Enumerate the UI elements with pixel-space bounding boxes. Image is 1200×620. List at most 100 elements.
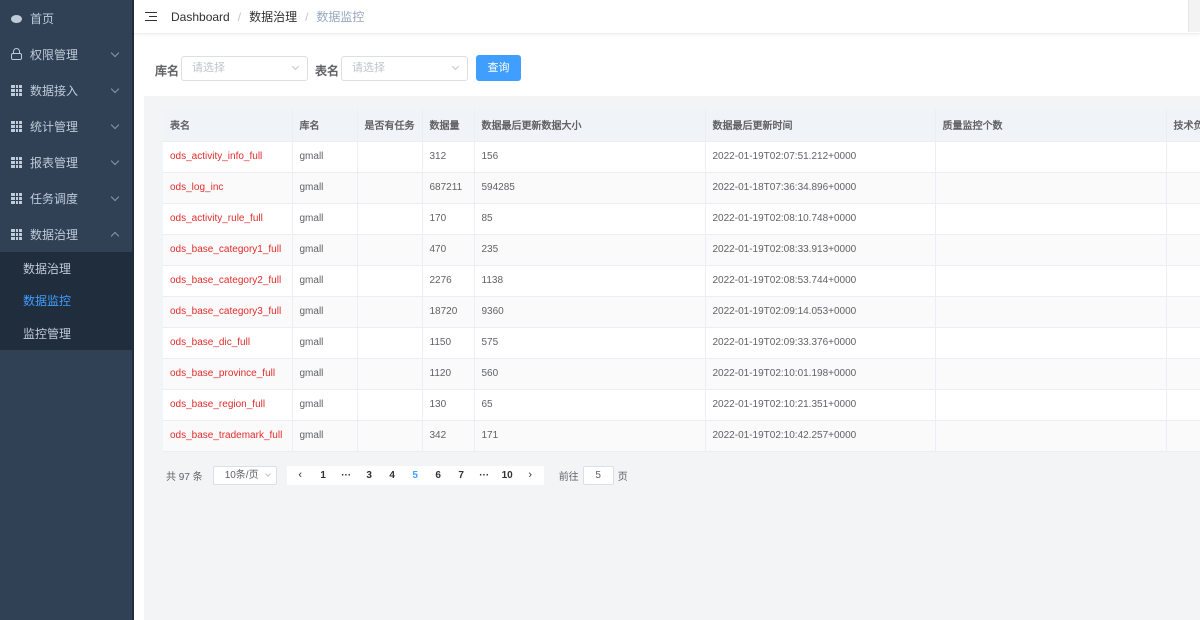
submenu-item-monitoring[interactable]: 数据监控 (0, 285, 132, 318)
table-cell (1166, 141, 1200, 173)
table-cell: 1150 (422, 327, 475, 359)
table-cell: 1138 (474, 265, 706, 297)
breadcrumb-current: 数据监控 (316, 10, 365, 24)
table-name-link[interactable]: ods_activity_rule_full (163, 203, 293, 235)
table-name-link[interactable]: ods_base_dic_full (163, 327, 293, 359)
page-button[interactable]: 4 (381, 466, 404, 485)
table-cell: 1120 (422, 358, 475, 390)
table-row: ods_base_category1_full gmall 470 235 2022-0… (163, 234, 1200, 266)
table-cell: 2022-01-19T02:10:42.257+0000 (705, 420, 936, 452)
table-cell (357, 203, 423, 235)
table-name-link[interactable]: ods_activity_info_full (163, 141, 293, 173)
pagination: 共 97 条 10条/页 ‹ 1···34567···10› 前往 页 (166, 465, 628, 485)
table-name-link[interactable]: ods_base_trademark_full (163, 420, 293, 452)
sidebar-item-label: 统计管理 (30, 119, 79, 134)
breadcrumb-dashboard[interactable]: Dashboard (171, 10, 230, 24)
db-select[interactable]: 请选择 (181, 56, 308, 81)
filter-form: 库名 请选择 表名 请选择 查询 (144, 42, 1200, 96)
table-cell: 312 (422, 141, 475, 173)
data-table: 表名库名是否有任务数据量数据最后更新数据大小数据最后更新时间质量监控个数技术负 … (163, 109, 1200, 452)
submenu-item-governance[interactable]: 数据治理 (0, 252, 132, 285)
table-cell (357, 327, 423, 359)
table-cell: 171 (474, 420, 706, 452)
sidebar-item-home[interactable]: 首页 (0, 0, 132, 36)
table-name-link[interactable]: ods_base_category3_full (163, 296, 293, 328)
pager-ellipsis[interactable]: ··· (473, 466, 496, 485)
db-select-placeholder: 请选择 (192, 62, 225, 74)
page-button[interactable]: 7 (450, 466, 473, 485)
page-button[interactable]: 1 (312, 466, 335, 485)
breadcrumb: Dashboard / 数据治理 / 数据监控 (171, 8, 364, 25)
table-cell: 2276 (422, 265, 475, 297)
query-button[interactable]: 查询 (476, 55, 521, 81)
table-cell: 18720 (422, 296, 475, 328)
table-cell (935, 265, 1167, 297)
table-cell (357, 296, 423, 328)
table-name-link[interactable]: ods_base_province_full (163, 358, 293, 390)
table-cell: gmall (292, 296, 358, 328)
next-page-button[interactable]: › (519, 466, 542, 485)
table-cell: 2022-01-19T02:08:53.744+0000 (705, 265, 936, 297)
table-cell (1166, 420, 1200, 452)
sidebar-item-data-ingest[interactable]: 数据接入 (0, 72, 132, 108)
table-name-link[interactable]: ods_base_region_full (163, 389, 293, 421)
table-name-link[interactable]: ods_base_category1_full (163, 234, 293, 266)
table-cell (935, 358, 1167, 390)
table-body: ods_activity_info_full gmall 312 156 2022-01… (163, 141, 1200, 452)
sidebar-item-label: 任务调度 (30, 191, 79, 206)
sidebar-item-label: 报表管理 (30, 155, 79, 170)
table-row: ods_base_category2_full gmall 2276 1138 2022… (163, 265, 1200, 297)
page-button[interactable]: 10 (496, 466, 519, 485)
page-size-value: 10条/页 (224, 469, 259, 481)
submenu-item-monitor-management[interactable]: 监控管理 (0, 317, 132, 350)
table-cell: 2022-01-18T07:36:34.896+0000 (705, 172, 936, 204)
column-header: 表名 (163, 109, 293, 142)
goto-page-input[interactable] (582, 465, 614, 485)
grid-icon (11, 192, 22, 204)
prev-page-button[interactable]: ‹ (289, 466, 312, 485)
governance-submenu: 数据治理 数据监控 监控管理 (0, 252, 132, 350)
grid-icon (11, 84, 22, 96)
table-select-placeholder: 请选择 (352, 62, 385, 74)
column-header: 数据最后更新时间 (705, 109, 936, 142)
breadcrumb-separator: / (305, 9, 309, 24)
sidebar-item-governance[interactable]: 数据治理 (0, 216, 132, 252)
db-label: 库名 (155, 64, 180, 78)
table-cell: 9360 (474, 296, 706, 328)
sidebar-item-permissions[interactable]: 权限管理 (0, 36, 132, 72)
table-row: ods_activity_rule_full gmall 170 85 2022-01-… (163, 203, 1200, 235)
table-cell: gmall (292, 234, 358, 266)
column-header: 数据最后更新数据大小 (474, 109, 706, 142)
table-select[interactable]: 请选择 (341, 56, 468, 81)
table-cell: gmall (292, 327, 358, 359)
sidebar-item-label: 数据治理 (30, 227, 79, 242)
table-cell: 2022-01-19T02:10:01.198+0000 (705, 358, 936, 390)
dashboard-icon (11, 15, 22, 23)
table-cell (357, 141, 423, 173)
table-cell: 2022-01-19T02:07:51.212+0000 (705, 141, 936, 173)
chevron-up-icon (110, 231, 120, 241)
breadcrumb-governance[interactable]: 数据治理 (249, 8, 297, 25)
table-cell (357, 265, 423, 297)
table-row: ods_log_inc gmall 687211 594285 2022-01-18T0… (163, 172, 1200, 204)
sidebar-item-statistics[interactable]: 统计管理 (0, 108, 132, 144)
table-cell: gmall (292, 172, 358, 204)
table-cell: 575 (474, 327, 706, 359)
table-cell: gmall (292, 203, 358, 235)
sidebar-item-reports[interactable]: 报表管理 (0, 144, 132, 180)
page-size-select[interactable]: 10条/页 (212, 465, 277, 485)
table-label: 表名 (315, 64, 340, 78)
sidebar-item-scheduling[interactable]: 任务调度 (0, 180, 132, 216)
column-header: 库名 (292, 109, 358, 142)
goto-suffix: 页 (617, 471, 628, 483)
hamburger-icon[interactable] (145, 11, 157, 22)
table-cell: 2022-01-19T02:08:33.913+0000 (705, 234, 936, 266)
table-name-link[interactable]: ods_log_inc (163, 172, 293, 204)
page-button[interactable]: 5 (404, 466, 427, 485)
right-edge-tab[interactable] (1188, 0, 1200, 32)
pager-ellipsis[interactable]: ··· (335, 466, 358, 485)
page-button[interactable]: 6 (427, 466, 450, 485)
table-cell (935, 420, 1167, 452)
page-button[interactable]: 3 (358, 466, 381, 485)
table-name-link[interactable]: ods_base_category2_full (163, 265, 293, 297)
